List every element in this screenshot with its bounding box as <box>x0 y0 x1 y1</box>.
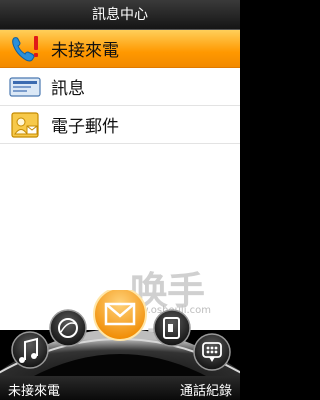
app-dock <box>0 287 251 379</box>
phone-book-icon[interactable] <box>153 309 191 347</box>
page-title: 訊息中心 <box>92 7 148 23</box>
dock-arc <box>0 287 251 379</box>
title-bar: 訊息中心 <box>0 0 240 30</box>
email-icon <box>9 110 41 140</box>
softkey-left[interactable]: 未接來電 <box>8 380 60 399</box>
missed-call-icon <box>9 34 41 64</box>
list-item-email[interactable]: 電子郵件 <box>0 106 240 144</box>
list-item-missed-calls[interactable]: 未接來電 <box>0 30 240 68</box>
softkey-right[interactable]: 通話紀錄 <box>180 380 232 399</box>
list-item-label: 訊息 <box>51 79 85 99</box>
music-icon[interactable] <box>11 331 49 369</box>
list-item-label: 電子郵件 <box>51 117 119 137</box>
dialpad-icon[interactable] <box>193 333 231 371</box>
message-icon <box>9 72 41 102</box>
browser-globe-icon[interactable] <box>49 309 87 347</box>
mail-icon[interactable] <box>93 287 147 341</box>
message-center-list: 未接來電 訊息 電子郵件 唤手机 www.oshouji <box>0 30 240 368</box>
list-item-label: 未接來電 <box>51 41 119 61</box>
softkey-bar: 未接來電 通話紀錄 <box>0 376 240 400</box>
list-item-messages[interactable]: 訊息 <box>0 68 240 106</box>
